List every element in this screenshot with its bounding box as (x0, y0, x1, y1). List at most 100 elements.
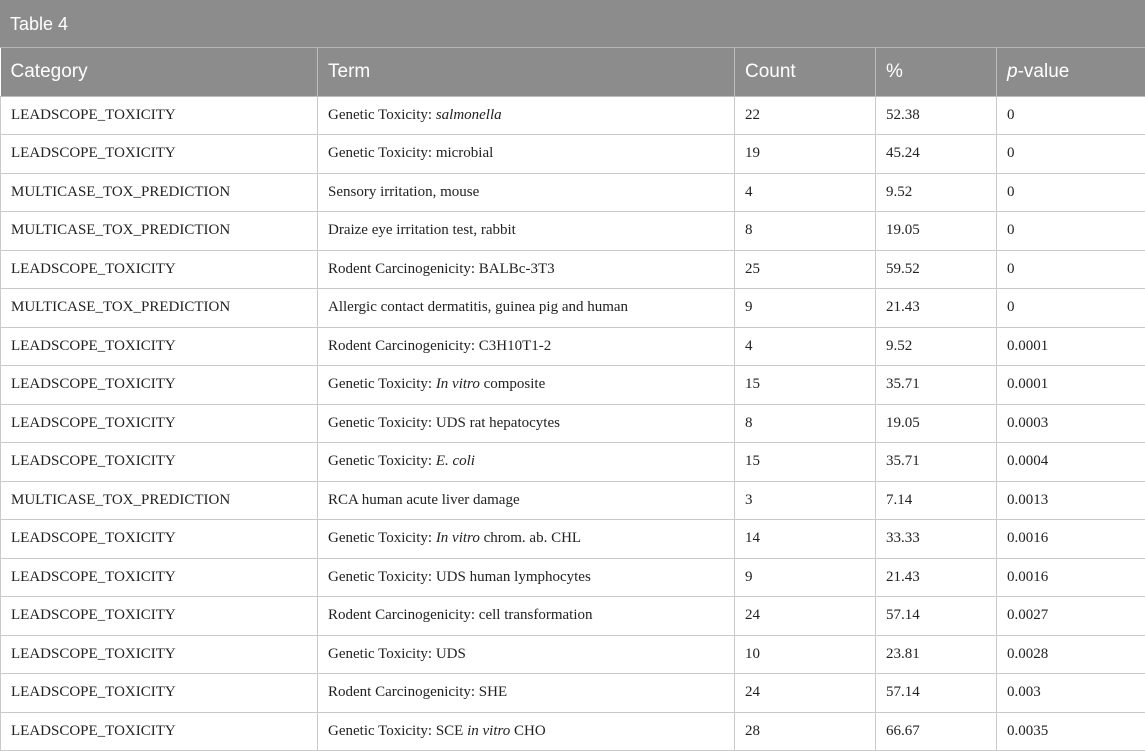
term-text: Rodent Carcinogenicity: SHE (328, 684, 507, 700)
cell-term: Genetic Toxicity: In vitro composite (318, 366, 735, 405)
cell-term: RCA human acute liver damage (318, 481, 735, 520)
table-caption: Table 4 (0, 0, 1145, 48)
cell-category: LEADSCOPE_TOXICITY (1, 135, 318, 174)
term-text: Allergic contact dermatitis, guinea pig … (328, 299, 628, 315)
cell-pvalue: 0.0027 (997, 597, 1145, 636)
cell-term: Genetic Toxicity: In vitro chrom. ab. CH… (318, 520, 735, 559)
header-pvalue-italic: p (1007, 61, 1018, 82)
cell-count: 14 (735, 520, 876, 559)
cell-pvalue: 0.0004 (997, 443, 1145, 482)
cell-percent: 35.71 (876, 443, 997, 482)
term-text: Genetic Toxicity: (328, 107, 436, 123)
cell-percent: 35.71 (876, 366, 997, 405)
term-text: Genetic Toxicity: microbial (328, 145, 493, 161)
cell-pvalue: 0 (997, 96, 1145, 135)
table-row: LEADSCOPE_TOXICITYGenetic Toxicity: UDS … (1, 558, 1145, 597)
cell-category: LEADSCOPE_TOXICITY (1, 327, 318, 366)
term-text-suffix: composite (480, 376, 545, 392)
cell-term: Genetic Toxicity: UDS human lymphocytes (318, 558, 735, 597)
header-term: Term (318, 48, 735, 96)
cell-category: MULTICASE_TOX_PREDICTION (1, 173, 318, 212)
term-text: Rodent Carcinogenicity: cell transformat… (328, 607, 593, 623)
header-pvalue-rest: -value (1018, 61, 1070, 82)
cell-category: LEADSCOPE_TOXICITY (1, 520, 318, 559)
cell-count: 15 (735, 366, 876, 405)
term-italic-text: in vitro (467, 723, 510, 739)
cell-term: Rodent Carcinogenicity: cell transformat… (318, 597, 735, 636)
term-text: Genetic Toxicity: (328, 453, 436, 469)
cell-category: LEADSCOPE_TOXICITY (1, 597, 318, 636)
cell-pvalue: 0 (997, 250, 1145, 289)
cell-pvalue: 0.0001 (997, 366, 1145, 405)
cell-count: 24 (735, 674, 876, 713)
cell-pvalue: 0.0035 (997, 712, 1145, 751)
cell-percent: 7.14 (876, 481, 997, 520)
cell-count: 28 (735, 712, 876, 751)
cell-percent: 57.14 (876, 597, 997, 636)
cell-term: Rodent Carcinogenicity: BALBc-3T3 (318, 250, 735, 289)
term-text: Draize eye irritation test, rabbit (328, 222, 516, 238)
table-row: LEADSCOPE_TOXICITY Rodent Carcinogenicity… (1, 250, 1145, 289)
cell-percent: 59.52 (876, 250, 997, 289)
header-count: Count (735, 48, 876, 96)
cell-pvalue: 0.0028 (997, 635, 1145, 674)
table-row: LEADSCOPE_TOXICITY Rodent Carcinogenicity… (1, 327, 1145, 366)
cell-pvalue: 0.0003 (997, 404, 1145, 443)
table-row: LEADSCOPE_TOXICITY Rodent Carcinogenicity… (1, 674, 1145, 713)
cell-percent: 21.43 (876, 289, 997, 328)
table-row: LEADSCOPE_TOXICITY Rodent Carcinogenicity… (1, 597, 1145, 636)
term-text: Genetic Toxicity: UDS rat hepatocytes (328, 415, 560, 431)
cell-percent: 9.52 (876, 173, 997, 212)
cell-count: 4 (735, 173, 876, 212)
cell-term: Rodent Carcinogenicity: SHE (318, 674, 735, 713)
cell-category: LEADSCOPE_TOXICITY (1, 404, 318, 443)
cell-category: MULTICASE_TOX_PREDICTION (1, 289, 318, 328)
cell-pvalue: 0.003 (997, 674, 1145, 713)
cell-term: Genetic Toxicity: salmonella (318, 96, 735, 135)
cell-count: 10 (735, 635, 876, 674)
table-row: MULTICASE_TOX_PREDICTIONRCA human acute … (1, 481, 1145, 520)
cell-percent: 9.52 (876, 327, 997, 366)
table-row: LEADSCOPE_TOXICITYGenetic Toxicity: salm… (1, 96, 1145, 135)
term-text-suffix: chrom. ab. CHL (480, 530, 581, 546)
cell-count: 4 (735, 327, 876, 366)
term-text: Rodent Carcinogenicity: BALBc-3T3 (328, 261, 555, 277)
table-header: Category Term Count % p-value (1, 48, 1145, 96)
term-text-suffix: CHO (510, 723, 545, 739)
data-table: Category Term Count % p-value LEADSCOPE_… (0, 48, 1145, 751)
cell-pvalue: 0 (997, 135, 1145, 174)
table-row: LEADSCOPE_TOXICITY Genetic Toxicity: micr… (1, 135, 1145, 174)
term-italic-text: salmonella (436, 107, 502, 123)
cell-term: Allergic contact dermatitis, guinea pig … (318, 289, 735, 328)
cell-term: Rodent Carcinogenicity: C3H10T1-2 (318, 327, 735, 366)
cell-pvalue: 0 (997, 289, 1145, 328)
term-text: Sensory irritation, mouse (328, 184, 479, 200)
table-row: LEADSCOPE_TOXICITYGenetic Toxicity: SCE … (1, 712, 1145, 751)
term-text: Genetic Toxicity: UDS (328, 646, 466, 662)
header-percent: % (876, 48, 997, 96)
cell-count: 22 (735, 96, 876, 135)
cell-category: LEADSCOPE_TOXICITY (1, 250, 318, 289)
table-body: LEADSCOPE_TOXICITYGenetic Toxicity: salm… (1, 96, 1145, 751)
cell-percent: 19.05 (876, 212, 997, 251)
term-text: Rodent Carcinogenicity: C3H10T1-2 (328, 338, 551, 354)
cell-category: LEADSCOPE_TOXICITY (1, 674, 318, 713)
cell-category: LEADSCOPE_TOXICITY (1, 635, 318, 674)
cell-pvalue: 0 (997, 173, 1145, 212)
cell-term: Genetic Toxicity: microbial (318, 135, 735, 174)
cell-category: LEADSCOPE_TOXICITY (1, 366, 318, 405)
cell-percent: 21.43 (876, 558, 997, 597)
cell-percent: 19.05 (876, 404, 997, 443)
cell-count: 8 (735, 404, 876, 443)
cell-count: 9 (735, 289, 876, 328)
term-text: Genetic Toxicity: (328, 376, 436, 392)
table-container: Table 4 Category Term Count % p-value LE… (0, 0, 1145, 750)
cell-term: Sensory irritation, mouse (318, 173, 735, 212)
cell-category: MULTICASE_TOX_PREDICTION (1, 481, 318, 520)
cell-pvalue: 0.0016 (997, 520, 1145, 559)
table-row: LEADSCOPE_TOXICITYGenetic Toxicity: In v… (1, 520, 1145, 559)
cell-percent: 66.67 (876, 712, 997, 751)
table-row: LEADSCOPE_TOXICITYGenetic Toxicity: In v… (1, 366, 1145, 405)
cell-percent: 57.14 (876, 674, 997, 713)
term-text: Genetic Toxicity: UDS human lymphocytes (328, 569, 591, 585)
